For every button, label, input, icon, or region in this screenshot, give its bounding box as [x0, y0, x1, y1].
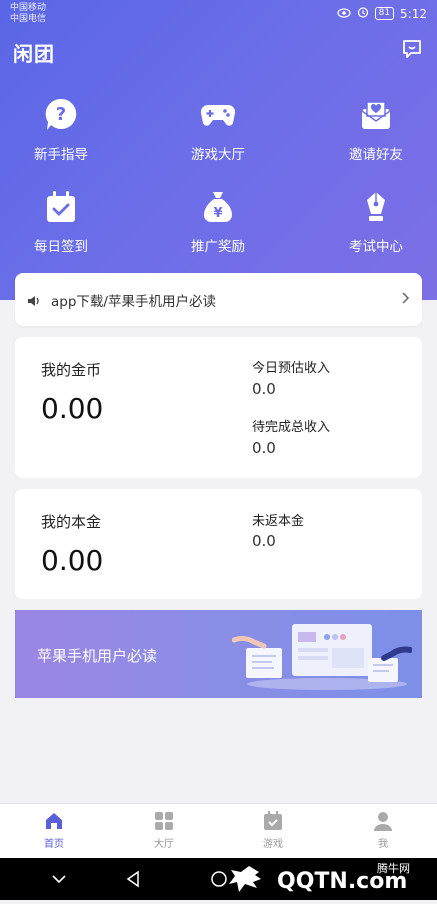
bottom-tab-bar: 首页 大厅 游戏 我 [0, 803, 437, 859]
tab-label: 首页 [44, 839, 64, 850]
chat-icon[interactable] [401, 38, 423, 60]
grid-item-game-hall[interactable]: 游戏大厅 [148, 95, 288, 163]
grid-item-invite[interactable]: 邀请好友 [306, 95, 437, 163]
today-income-value: 0.0 [252, 380, 276, 398]
grid-label: 新手指导 [34, 147, 88, 163]
tab-label: 大厅 [154, 839, 174, 850]
clock: 5:12 [400, 6, 427, 21]
apple-users-banner[interactable]: 苹果手机用户必读 [15, 610, 422, 698]
banner-text: 苹果手机用户必读 [37, 647, 158, 665]
status-bar: 中国移动 中国电信 81 5:12 [0, 0, 437, 28]
home-circle-icon[interactable] [210, 870, 228, 888]
app-logo: 闲团 [13, 42, 55, 66]
unreturned-label: 未返本金 [252, 514, 305, 529]
carrier-1: 中国移动 [10, 3, 47, 13]
grid-item-guide[interactable]: ? 新手指导 [0, 95, 131, 163]
grid-item-exam-center[interactable]: 考试中心 [306, 187, 437, 255]
notice-text: app下载/苹果手机用户必读 [51, 293, 216, 310]
user-icon [372, 810, 394, 832]
alarm-icon [357, 6, 369, 21]
gamepad-icon [198, 95, 238, 135]
banner-illustration [231, 620, 413, 692]
carrier-info: 中国移动 中国电信 [10, 3, 46, 25]
watermark: QQTN.com 腾牛网 [227, 858, 427, 900]
grid-item-promo-reward[interactable]: ¥ 推广奖励 [148, 187, 288, 255]
pen-icon [356, 187, 396, 227]
coins-title: 我的金币 [41, 361, 102, 379]
speaker-icon [27, 293, 41, 307]
tab-game[interactable]: 游戏 [243, 810, 303, 850]
grid-label: 推广奖励 [191, 239, 245, 255]
grid-item-checkin[interactable]: 每日签到 [0, 187, 131, 255]
watermark-brand: 腾牛网 [377, 861, 410, 875]
grid-label: 游戏大厅 [191, 147, 245, 163]
tab-label: 游戏 [263, 839, 283, 850]
status-right: 81 5:12 [336, 6, 427, 21]
pending-income-label: 待完成总收入 [252, 420, 331, 435]
question-icon: ? [41, 95, 81, 135]
svg-text:?: ? [56, 104, 66, 125]
notice-bar[interactable]: app下载/苹果手机用户必读 [15, 273, 422, 326]
pending-income-value: 0.0 [252, 439, 276, 457]
tab-home[interactable]: 首页 [24, 810, 84, 850]
coins-card[interactable]: 我的金币 0.00 今日预估收入 0.0 待完成总收入 0.0 [15, 337, 422, 478]
grid-label: 邀请好友 [349, 147, 403, 163]
back-triangle-icon[interactable] [124, 870, 142, 888]
tab-label: 我 [378, 839, 388, 850]
game-check-icon [262, 810, 284, 832]
principal-value: 0.00 [41, 544, 104, 577]
eye-icon [336, 7, 351, 21]
unreturned-value: 0.0 [252, 532, 276, 550]
calendar-check-icon [41, 187, 81, 227]
svg-text:¥: ¥ [213, 206, 222, 221]
invite-icon [356, 95, 396, 135]
principal-title: 我的本金 [41, 513, 102, 531]
coins-value: 0.00 [41, 392, 104, 425]
carrier-2: 中国电信 [10, 14, 47, 24]
tab-hall[interactable]: 大厅 [134, 810, 194, 850]
chevron-right-icon [402, 291, 410, 308]
moneybag-icon: ¥ [198, 187, 238, 227]
chevron-down-icon[interactable] [50, 870, 68, 888]
grid-label: 每日签到 [34, 239, 88, 255]
grid-icon [153, 810, 175, 832]
grid-label: 考试中心 [349, 239, 403, 255]
home-icon [43, 810, 65, 832]
battery-indicator: 81 [374, 7, 395, 20]
tab-me[interactable]: 我 [353, 810, 413, 850]
principal-card[interactable]: 我的本金 0.00 未返本金 0.0 [15, 489, 422, 599]
today-income-label: 今日预估收入 [252, 361, 331, 376]
